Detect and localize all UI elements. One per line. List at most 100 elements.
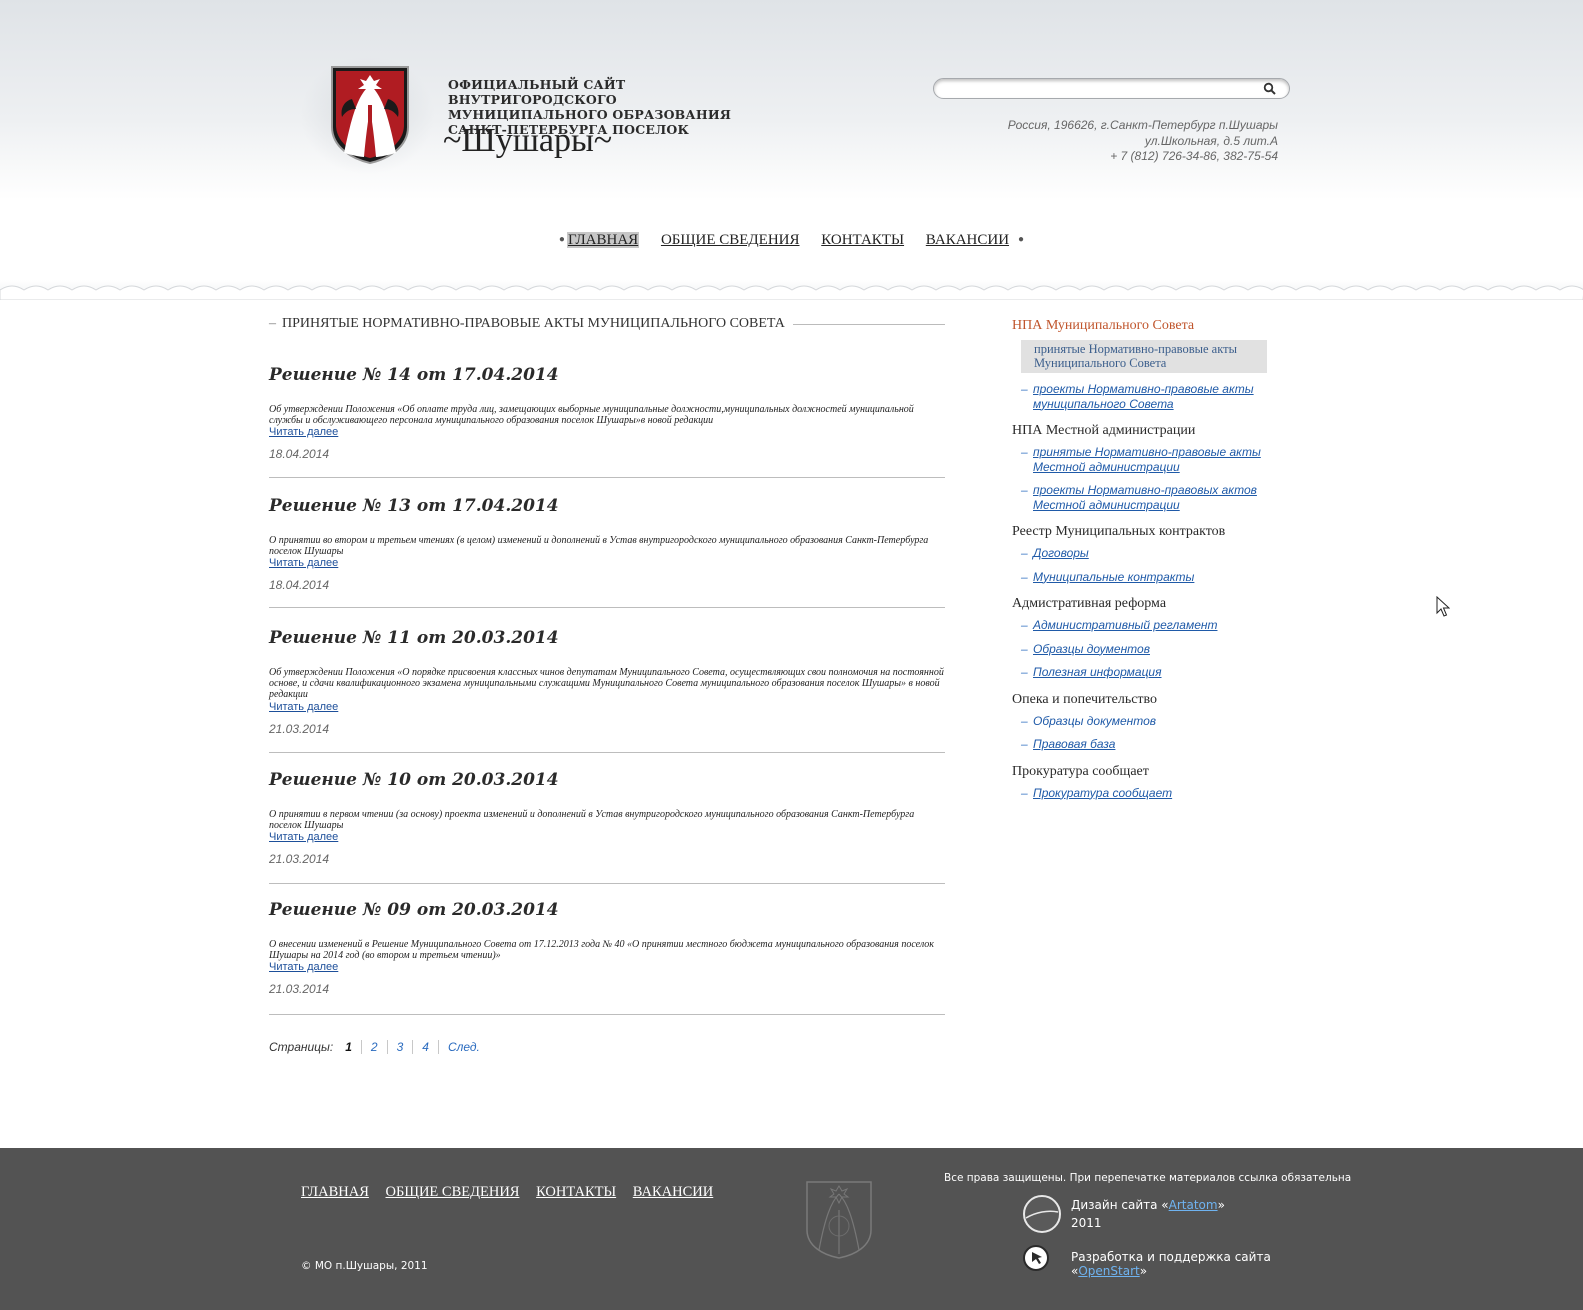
- footer-nav-vacancies[interactable]: ВАКАНСИИ: [633, 1184, 713, 1200]
- sidebar-heading[interactable]: Адмистративная реформа: [1012, 596, 1312, 612]
- sidebar-link[interactable]: Муниципальные контракты: [1033, 570, 1273, 585]
- page-4-link[interactable]: 4: [412, 1040, 438, 1054]
- nav-bullet: ●: [1018, 234, 1025, 245]
- sidebar-item: – Правовая база: [1012, 737, 1312, 752]
- contact-address: Россия, 196626, г.Санкт-Петербург п.Шуша…: [960, 118, 1278, 165]
- phone-line: + 7 (812) 726-34-86, 382-75-54: [1110, 149, 1278, 163]
- site-logo[interactable]: [300, 55, 435, 175]
- read-more-link[interactable]: Читать далее: [269, 961, 945, 974]
- heading-rule: [792, 323, 945, 325]
- sidebar-link[interactable]: Образцы документов: [1033, 714, 1273, 729]
- sidebar-item: – Образцы документов: [1012, 714, 1312, 729]
- sidebar-item: – проекты Нормативно-правовых актов Местн…: [1012, 483, 1312, 512]
- sidebar-heading[interactable]: НПА Местной администрации: [1012, 423, 1312, 439]
- footer: ГЛАВНАЯ ОБЩИЕ СВЕДЕНИЯ КОНТАКТЫ ВАКАНСИИ…: [0, 1148, 1583, 1310]
- sidebar-item-active[interactable]: принятые Нормативно-правовые акты Муници…: [1021, 340, 1267, 373]
- pagination-label: Страницы:: [269, 1040, 334, 1054]
- pagination: Страницы: 1 2 3 4 След.: [269, 1040, 489, 1054]
- news-summary: О принятии во втором и третьем чтениях (…: [269, 535, 929, 558]
- sidebar-item: – Полезная информация: [1012, 665, 1312, 680]
- openstart-logo-icon[interactable]: [1022, 1244, 1050, 1272]
- coat-of-arms-icon: [331, 66, 409, 165]
- sidebar-link[interactable]: Образцы доументов: [1033, 642, 1273, 657]
- footer-rights: Все права защищены. При перепечатке мате…: [944, 1172, 1352, 1184]
- sidebar-item: – Договоры: [1012, 546, 1312, 561]
- news-summary: О внесении изменений в Решение Муниципал…: [269, 939, 934, 962]
- page-2-link[interactable]: 2: [360, 1040, 387, 1054]
- read-more-link[interactable]: Читать далее: [269, 426, 945, 439]
- footer-nav-contacts[interactable]: КОНТАКТЫ: [536, 1184, 616, 1200]
- sidebar-link[interactable]: Договоры: [1033, 546, 1273, 561]
- sidebar-item: – Образцы доументов: [1012, 642, 1312, 657]
- artatom-logo-icon[interactable]: [1022, 1194, 1062, 1234]
- sidebar-group-contracts: Реестр Муниципальных контрактов – Договор…: [1012, 524, 1312, 584]
- sidebar-group-reform: Адмистративная реформа – Административный…: [1012, 596, 1312, 680]
- sidebar-group-council: НПА Муниципального Совета принятые Норма…: [1012, 318, 1312, 411]
- news-summary: О принятии в первом чтении (за основу) п…: [269, 809, 915, 832]
- sidebar-link[interactable]: проекты Нормативно-правовые акты муницип…: [1033, 382, 1273, 411]
- news-item: Решение № 13 от 17.04.2014 О принятии во…: [269, 496, 945, 608]
- news-item: Решение № 09 от 20.03.2014 О внесении из…: [269, 900, 945, 1015]
- magnifier-icon[interactable]: [1263, 82, 1277, 96]
- design-credit-text: Дизайн сайта «Artatom» 2011: [1071, 1198, 1225, 1230]
- sidebar-link[interactable]: Полезная информация: [1033, 665, 1273, 680]
- news-item: Решение № 14 от 17.04.2014 Об утверждени…: [269, 365, 945, 478]
- sidebar-link[interactable]: Правовая база: [1033, 737, 1273, 752]
- news-title[interactable]: Решение № 14 от 17.04.2014: [269, 365, 945, 393]
- sidebar-group-administration: НПА Местной администрации – принятые Норм…: [1012, 423, 1312, 512]
- nav-item-contacts[interactable]: КОНТАКТЫ: [821, 232, 904, 248]
- read-more-link[interactable]: Читать далее: [269, 557, 945, 570]
- footer-dev-credit: Разработка и поддержка сайта «OpenStart»: [1022, 1244, 1342, 1278]
- sidebar-heading[interactable]: НПА Муниципального Совета: [1012, 318, 1312, 334]
- next-page-link[interactable]: След.: [437, 1040, 489, 1054]
- openstart-link[interactable]: OpenStart: [1078, 1264, 1139, 1278]
- nav-item-vacancies[interactable]: ВАКАНСИИ: [926, 232, 1009, 248]
- news-title[interactable]: Решение № 09 от 20.03.2014: [269, 900, 945, 928]
- sidebar-heading[interactable]: Реестр Муниципальных контрактов: [1012, 524, 1312, 540]
- footer-nav-about[interactable]: ОБЩИЕ СВЕДЕНИЯ: [386, 1184, 520, 1200]
- artatom-link[interactable]: Artatom: [1169, 1198, 1218, 1212]
- sidebar-item: – Прокуратура сообщает: [1012, 786, 1312, 801]
- news-title[interactable]: Решение № 10 от 20.03.2014: [269, 770, 945, 798]
- sidebar-link[interactable]: Административный регламент: [1033, 618, 1273, 633]
- footer-copyright: © МО п.Шушары, 2011: [301, 1260, 428, 1272]
- header-wave-divider: [0, 285, 1583, 300]
- sidebar-heading[interactable]: Опека и попечительство: [1012, 692, 1312, 708]
- news-summary: Об утверждении Положения «О порядке прис…: [269, 667, 944, 701]
- nav-bullet: ●: [558, 234, 565, 245]
- nav-item-about[interactable]: ОБЩИЕ СВЕДЕНИЯ: [661, 232, 800, 248]
- section-heading: – ПРИНЯТЫЕ НОРМАТИВНО-ПРАВОВЫЕ АКТЫ МУНИ…: [269, 316, 945, 332]
- sidebar-link[interactable]: проекты Нормативно-правовых актов Местно…: [1033, 483, 1273, 512]
- sidebar: НПА Муниципального Совета принятые Норма…: [1012, 318, 1312, 812]
- sidebar-group-guardianship: Опека и попечительство – Образцы документ…: [1012, 692, 1312, 752]
- nav-item-home[interactable]: ГЛАВНАЯ: [566, 232, 640, 248]
- news-item: Решение № 10 от 20.03.2014 О принятии в …: [269, 770, 945, 884]
- sidebar-item: – принятые Нормативно-правовые акты Местн…: [1012, 445, 1312, 474]
- news-date: 21.03.2014: [269, 852, 330, 867]
- news-summary: Об утверждении Положения «Об оплате труд…: [269, 404, 914, 427]
- dev-credit-text: Разработка и поддержка сайта «OpenStart»: [1071, 1250, 1271, 1278]
- sidebar-item: – Административный регламент: [1012, 618, 1312, 633]
- footer-nav-home[interactable]: ГЛАВНАЯ: [301, 1184, 369, 1200]
- news-date: 21.03.2014: [269, 721, 330, 736]
- news-date: 18.04.2014: [269, 447, 330, 462]
- sidebar-item: – Муниципальные контракты: [1012, 570, 1312, 585]
- news-item: Решение № 11 от 20.03.2014 Об утверждени…: [269, 628, 945, 753]
- footer-emblem-icon: [806, 1181, 872, 1259]
- news-title[interactable]: Решение № 11 от 20.03.2014: [269, 628, 945, 656]
- read-more-link[interactable]: Читать далее: [269, 701, 945, 714]
- news-title[interactable]: Решение № 13 от 17.04.2014: [269, 496, 945, 524]
- read-more-link[interactable]: Читать далее: [269, 831, 945, 844]
- header: Официальный сайт внутригородского муници…: [0, 0, 1583, 300]
- sidebar-link[interactable]: принятые Нормативно-правовые акты Местно…: [1033, 445, 1273, 474]
- sidebar-group-prosecutor: Прокуратура сообщает – Прокуратура сообща…: [1012, 764, 1312, 801]
- design-year: 2011: [1071, 1216, 1102, 1230]
- address-line: Россия, 196626, г.Санкт-Петербург п.Шуша…: [1007, 118, 1278, 132]
- sidebar-link[interactable]: Прокуратура сообщает: [1033, 786, 1273, 801]
- sidebar-heading[interactable]: Прокуратура сообщает: [1012, 764, 1312, 780]
- main-nav: ● ГЛАВНАЯ ОБЩИЕ СВЕДЕНИЯ КОНТАКТЫ ВАКАНСИ…: [0, 232, 1583, 249]
- page-3-link[interactable]: 3: [386, 1040, 413, 1054]
- search-box: [933, 78, 1290, 100]
- news-date: 18.04.2014: [269, 578, 330, 593]
- search-input[interactable]: [944, 80, 1254, 100]
